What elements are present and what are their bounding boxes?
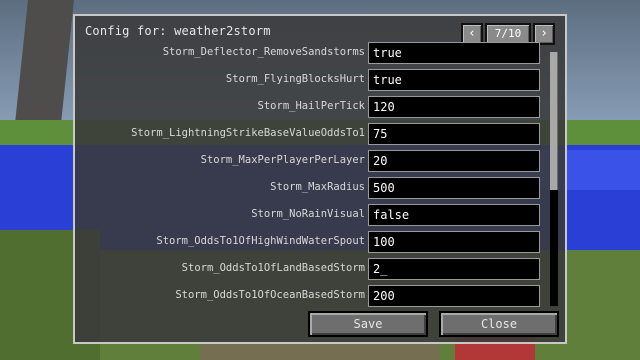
config-label: Storm_OddsTo1OfLandBasedStorm — [181, 262, 365, 274]
config-label: Storm_HailPerTick — [257, 100, 365, 112]
config-label: Storm_MaxRadius — [270, 181, 365, 193]
config-row: Storm_OddsTo1OfLandBasedStorm 2_ — [75, 258, 545, 280]
config-row: Storm_OddsTo1OfOceanBasedStorm 200 — [75, 285, 545, 307]
config-dialog: Config for: weather2storm ‹ 7/10 › Storm… — [73, 14, 567, 344]
config-label: Storm_NoRainVisual — [251, 208, 365, 220]
config-value-field[interactable]: 500 — [368, 177, 540, 199]
config-row: Storm_MaxRadius 500 — [75, 177, 545, 199]
config-value-field[interactable]: 120 — [368, 96, 540, 118]
chevron-left-icon: ‹ — [468, 26, 476, 41]
config-row: Storm_HailPerTick 120 — [75, 96, 545, 118]
config-row: Storm_Deflector_RemoveSandstorms true — [75, 42, 545, 64]
config-value-field[interactable]: 200 — [368, 285, 540, 307]
config-label: Storm_OddsTo1OfOceanBasedStorm — [175, 289, 365, 301]
config-row: Storm_MaxPerPlayerPerLayer 20 — [75, 150, 545, 172]
save-button[interactable]: Save — [308, 311, 428, 337]
config-value-field[interactable]: 20 — [368, 150, 540, 172]
config-value-field[interactable]: 75 — [368, 123, 540, 145]
config-row: Storm_OddsTo1OfHighWindWaterSpout 100 — [75, 231, 545, 253]
config-row: Storm_NoRainVisual false — [75, 204, 545, 226]
config-value-field[interactable]: true — [368, 42, 540, 64]
config-row: Storm_LightningStrikeBaseValueOddsTo1 75 — [75, 123, 545, 145]
chevron-right-icon: › — [540, 26, 548, 41]
close-button[interactable]: Close — [439, 311, 559, 337]
config-label: Storm_Deflector_RemoveSandstorms — [162, 46, 365, 58]
config-label: Storm_OddsTo1OfHighWindWaterSpout — [156, 235, 365, 247]
config-value-field[interactable]: 100 — [368, 231, 540, 253]
config-value-field[interactable]: true — [368, 69, 540, 91]
config-value-field[interactable]: false — [368, 204, 540, 226]
config-label: Storm_MaxPerPlayerPerLayer — [200, 154, 365, 166]
dialog-title: Config for: weather2storm — [85, 24, 271, 38]
config-label: Storm_LightningStrikeBaseValueOddsTo1 — [131, 127, 365, 139]
scrollbar-thumb[interactable] — [550, 52, 558, 190]
config-label: Storm_FlyingBlocksHurt — [225, 73, 365, 85]
config-value-field[interactable]: 2_ — [368, 258, 540, 280]
config-row: Storm_FlyingBlocksHurt true — [75, 69, 545, 91]
